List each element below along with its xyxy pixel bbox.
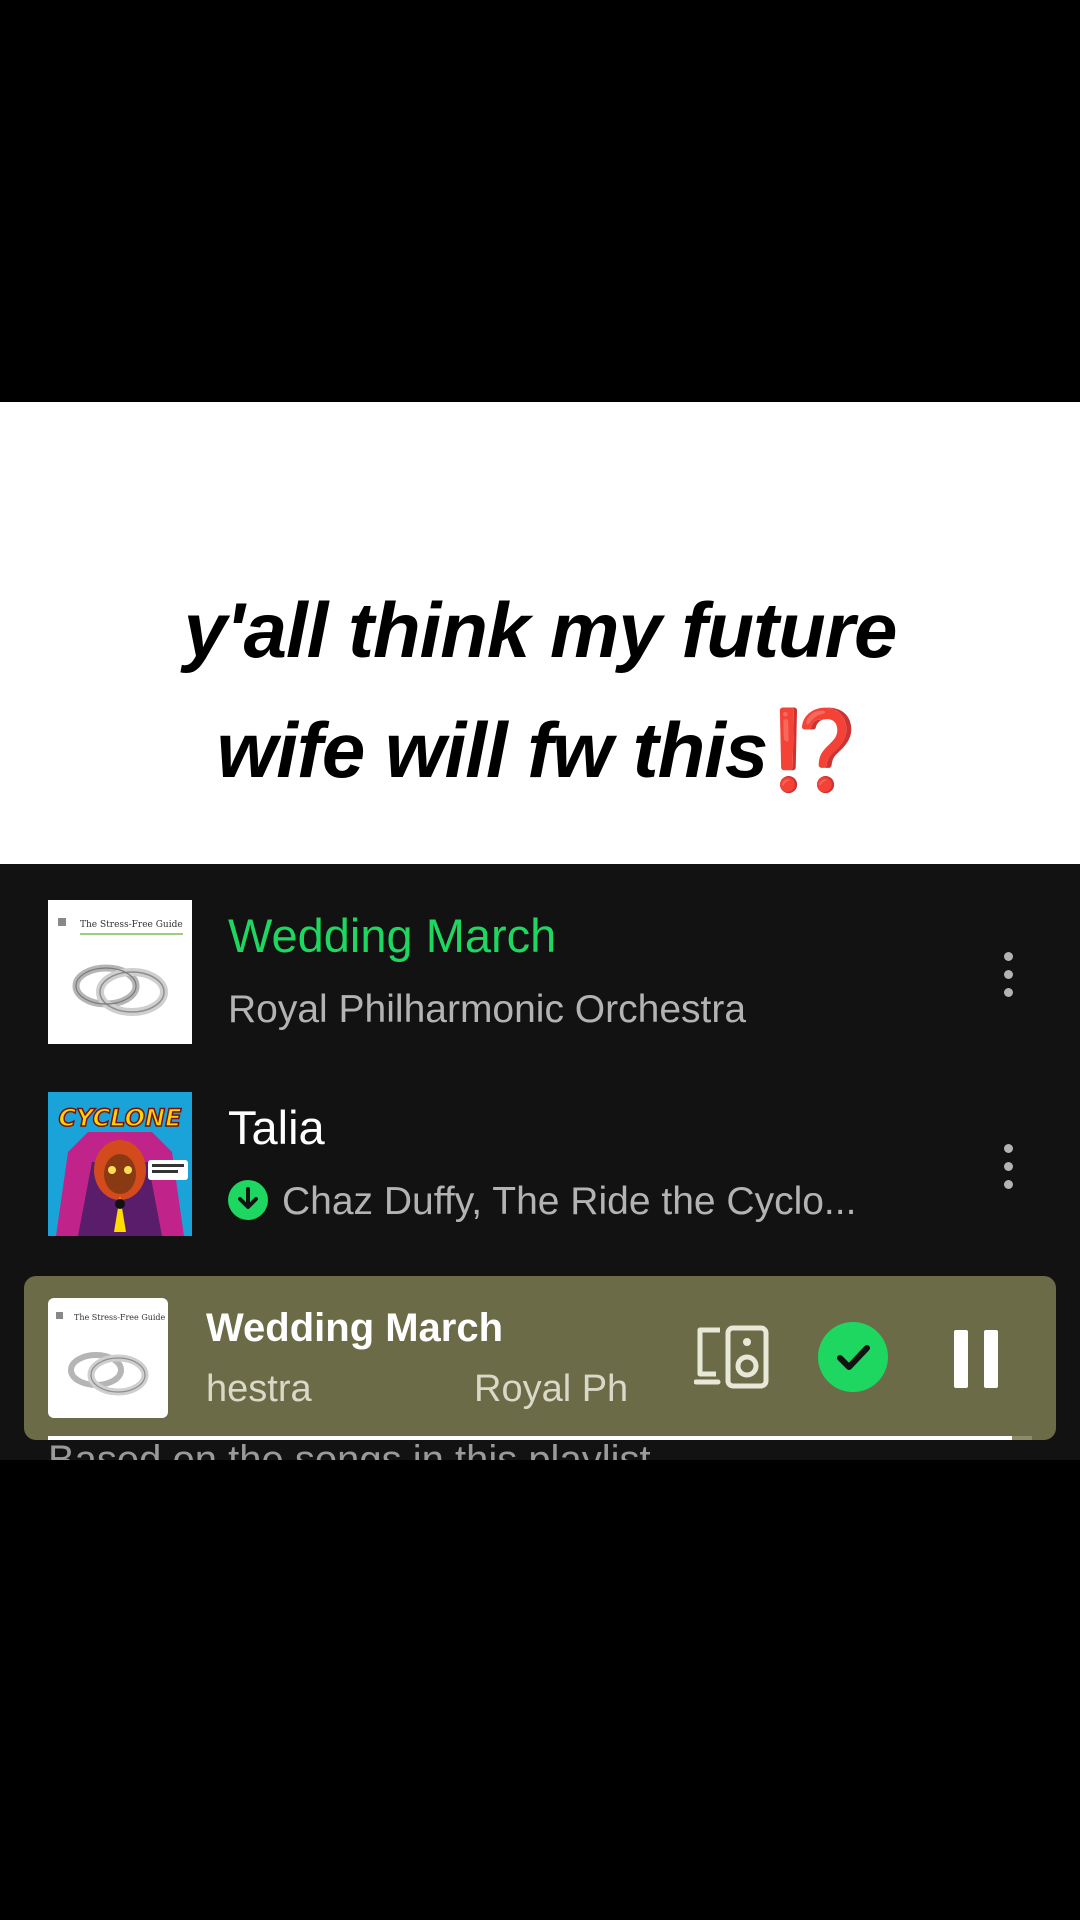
track-title: Wedding March (228, 909, 557, 962)
now-playing-title: Wedding March (206, 1306, 504, 1350)
caption-line-2-text: wife will fw this (216, 706, 769, 794)
album-cover-caption: CYCLONE (58, 1104, 182, 1132)
connect-device-icon[interactable] (693, 1324, 770, 1390)
wedding-rings-icon: The Stress-Free Guide (56, 1312, 166, 1396)
track-title: Talia (228, 1101, 325, 1154)
more-options-icon[interactable] (988, 1136, 1028, 1196)
now-playing-cover-caption: The Stress-Free Guide (74, 1313, 166, 1322)
pause-icon[interactable] (952, 1330, 1000, 1388)
now-playing-bar[interactable]: The Stress-Free Guide Wedding March hest… (24, 1276, 1056, 1440)
playlist-screen: The Stress-Free Guide Wedding March Roya… (0, 864, 1080, 1460)
track-artist: Royal Philharmonic Orchestra (228, 988, 747, 1031)
recommendation-heading: Based on the songs in this playlist (48, 1438, 651, 1460)
album-cover: CYCLONE (48, 1092, 192, 1236)
track-row[interactable]: CYCLONE Talia Chaz Duffy, The Ride the C… (0, 1092, 1080, 1242)
more-options-icon[interactable] (988, 944, 1028, 1004)
album-cover: The Stress-Free Guide (48, 900, 192, 1044)
now-playing-artist-part-b: Royal Ph (474, 1368, 629, 1410)
downloaded-icon (228, 1180, 268, 1220)
track-row[interactable]: The Stress-Free Guide Wedding March Roya… (0, 900, 1080, 1050)
interrobang-emoji: ⁉️ (767, 706, 864, 794)
saved-check-icon[interactable] (818, 1322, 888, 1392)
caption-line-2: wife will fw this⁉️ (0, 690, 1080, 810)
album-cover-caption: The Stress-Free Guide (80, 920, 183, 930)
now-playing-artist: hestra Royal Ph (206, 1368, 636, 1418)
caption-line-1: y'all think my future (183, 586, 898, 674)
now-playing-cover: The Stress-Free Guide (48, 1298, 168, 1418)
wedding-rings-icon: The Stress-Free Guide (58, 918, 183, 1016)
caption-text: y'all think my future wife will fw this⁉… (0, 570, 1080, 810)
track-artist: Chaz Duffy, The Ride the Cyclo... (282, 1180, 857, 1223)
caption-panel: y'all think my future wife will fw this⁉… (0, 402, 1080, 864)
cyclone-album-art: CYCLONE (48, 1092, 192, 1236)
now-playing-artist-part-a: hestra (206, 1368, 312, 1410)
track-subtitle: Chaz Duffy, The Ride the Cyclo... (228, 1180, 856, 1224)
